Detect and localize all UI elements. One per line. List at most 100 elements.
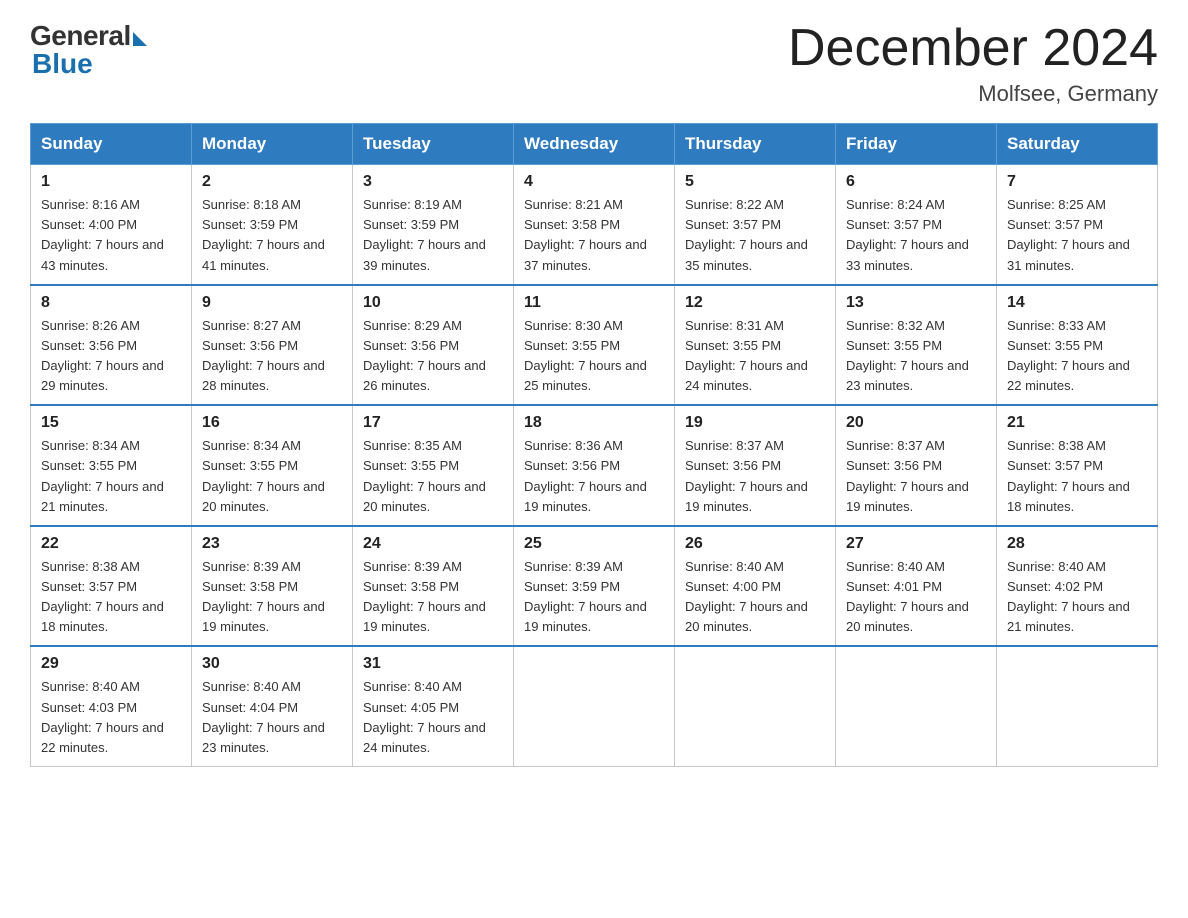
table-row: 10 Sunrise: 8:29 AMSunset: 3:56 PMDaylig…: [353, 285, 514, 406]
day-info: Sunrise: 8:40 AMSunset: 4:00 PMDaylight:…: [685, 559, 808, 634]
page-title: December 2024: [788, 20, 1158, 77]
day-number: 26: [685, 535, 825, 553]
table-row: 13 Sunrise: 8:32 AMSunset: 3:55 PMDaylig…: [836, 285, 997, 406]
table-row: 28 Sunrise: 8:40 AMSunset: 4:02 PMDaylig…: [997, 526, 1158, 647]
day-info: Sunrise: 8:32 AMSunset: 3:55 PMDaylight:…: [846, 318, 969, 393]
day-number: 18: [524, 414, 664, 432]
day-number: 14: [1007, 294, 1147, 312]
col-thursday: Thursday: [675, 124, 836, 165]
day-info: Sunrise: 8:40 AMSunset: 4:05 PMDaylight:…: [363, 679, 486, 754]
day-number: 31: [363, 655, 503, 673]
table-row: 8 Sunrise: 8:26 AMSunset: 3:56 PMDayligh…: [31, 285, 192, 406]
day-info: Sunrise: 8:27 AMSunset: 3:56 PMDaylight:…: [202, 318, 325, 393]
day-info: Sunrise: 8:39 AMSunset: 3:59 PMDaylight:…: [524, 559, 647, 634]
table-row: [514, 646, 675, 766]
table-row: 11 Sunrise: 8:30 AMSunset: 3:55 PMDaylig…: [514, 285, 675, 406]
table-row: 16 Sunrise: 8:34 AMSunset: 3:55 PMDaylig…: [192, 405, 353, 526]
day-number: 22: [41, 535, 181, 553]
day-number: 20: [846, 414, 986, 432]
table-row: 5 Sunrise: 8:22 AMSunset: 3:57 PMDayligh…: [675, 165, 836, 285]
day-number: 15: [41, 414, 181, 432]
table-row: 20 Sunrise: 8:37 AMSunset: 3:56 PMDaylig…: [836, 405, 997, 526]
calendar-week-row: 1 Sunrise: 8:16 AMSunset: 4:00 PMDayligh…: [31, 165, 1158, 285]
table-row: 15 Sunrise: 8:34 AMSunset: 3:55 PMDaylig…: [31, 405, 192, 526]
col-sunday: Sunday: [31, 124, 192, 165]
logo: General Blue: [30, 20, 147, 80]
table-row: 12 Sunrise: 8:31 AMSunset: 3:55 PMDaylig…: [675, 285, 836, 406]
day-number: 11: [524, 294, 664, 312]
day-info: Sunrise: 8:38 AMSunset: 3:57 PMDaylight:…: [41, 559, 164, 634]
table-row: 6 Sunrise: 8:24 AMSunset: 3:57 PMDayligh…: [836, 165, 997, 285]
table-row: 14 Sunrise: 8:33 AMSunset: 3:55 PMDaylig…: [997, 285, 1158, 406]
table-row: 18 Sunrise: 8:36 AMSunset: 3:56 PMDaylig…: [514, 405, 675, 526]
day-number: 24: [363, 535, 503, 553]
day-info: Sunrise: 8:35 AMSunset: 3:55 PMDaylight:…: [363, 438, 486, 513]
day-info: Sunrise: 8:34 AMSunset: 3:55 PMDaylight:…: [202, 438, 325, 513]
day-number: 21: [1007, 414, 1147, 432]
day-number: 4: [524, 173, 664, 191]
day-number: 10: [363, 294, 503, 312]
table-row: 2 Sunrise: 8:18 AMSunset: 3:59 PMDayligh…: [192, 165, 353, 285]
day-info: Sunrise: 8:26 AMSunset: 3:56 PMDaylight:…: [41, 318, 164, 393]
day-number: 19: [685, 414, 825, 432]
table-row: 26 Sunrise: 8:40 AMSunset: 4:00 PMDaylig…: [675, 526, 836, 647]
day-info: Sunrise: 8:31 AMSunset: 3:55 PMDaylight:…: [685, 318, 808, 393]
day-number: 29: [41, 655, 181, 673]
logo-triangle-icon: [133, 32, 147, 46]
calendar-week-row: 29 Sunrise: 8:40 AMSunset: 4:03 PMDaylig…: [31, 646, 1158, 766]
day-info: Sunrise: 8:38 AMSunset: 3:57 PMDaylight:…: [1007, 438, 1130, 513]
table-row: 27 Sunrise: 8:40 AMSunset: 4:01 PMDaylig…: [836, 526, 997, 647]
table-row: 9 Sunrise: 8:27 AMSunset: 3:56 PMDayligh…: [192, 285, 353, 406]
table-row: 3 Sunrise: 8:19 AMSunset: 3:59 PMDayligh…: [353, 165, 514, 285]
day-info: Sunrise: 8:30 AMSunset: 3:55 PMDaylight:…: [524, 318, 647, 393]
calendar-week-row: 8 Sunrise: 8:26 AMSunset: 3:56 PMDayligh…: [31, 285, 1158, 406]
day-number: 16: [202, 414, 342, 432]
day-number: 2: [202, 173, 342, 191]
table-row: 1 Sunrise: 8:16 AMSunset: 4:00 PMDayligh…: [31, 165, 192, 285]
day-info: Sunrise: 8:40 AMSunset: 4:02 PMDaylight:…: [1007, 559, 1130, 634]
calendar-header: Sunday Monday Tuesday Wednesday Thursday…: [31, 124, 1158, 165]
table-row: 19 Sunrise: 8:37 AMSunset: 3:56 PMDaylig…: [675, 405, 836, 526]
table-row: 21 Sunrise: 8:38 AMSunset: 3:57 PMDaylig…: [997, 405, 1158, 526]
day-info: Sunrise: 8:25 AMSunset: 3:57 PMDaylight:…: [1007, 197, 1130, 272]
title-section: December 2024 Molfsee, Germany: [788, 20, 1158, 107]
day-number: 27: [846, 535, 986, 553]
col-friday: Friday: [836, 124, 997, 165]
day-info: Sunrise: 8:21 AMSunset: 3:58 PMDaylight:…: [524, 197, 647, 272]
table-row: 25 Sunrise: 8:39 AMSunset: 3:59 PMDaylig…: [514, 526, 675, 647]
table-row: 7 Sunrise: 8:25 AMSunset: 3:57 PMDayligh…: [997, 165, 1158, 285]
day-info: Sunrise: 8:36 AMSunset: 3:56 PMDaylight:…: [524, 438, 647, 513]
day-info: Sunrise: 8:16 AMSunset: 4:00 PMDaylight:…: [41, 197, 164, 272]
calendar-week-row: 22 Sunrise: 8:38 AMSunset: 3:57 PMDaylig…: [31, 526, 1158, 647]
day-number: 12: [685, 294, 825, 312]
day-info: Sunrise: 8:18 AMSunset: 3:59 PMDaylight:…: [202, 197, 325, 272]
table-row: 4 Sunrise: 8:21 AMSunset: 3:58 PMDayligh…: [514, 165, 675, 285]
day-number: 7: [1007, 173, 1147, 191]
day-info: Sunrise: 8:40 AMSunset: 4:03 PMDaylight:…: [41, 679, 164, 754]
day-number: 17: [363, 414, 503, 432]
table-row: 23 Sunrise: 8:39 AMSunset: 3:58 PMDaylig…: [192, 526, 353, 647]
col-wednesday: Wednesday: [514, 124, 675, 165]
table-row: [675, 646, 836, 766]
day-info: Sunrise: 8:24 AMSunset: 3:57 PMDaylight:…: [846, 197, 969, 272]
col-saturday: Saturday: [997, 124, 1158, 165]
day-number: 8: [41, 294, 181, 312]
day-number: 30: [202, 655, 342, 673]
day-number: 23: [202, 535, 342, 553]
col-monday: Monday: [192, 124, 353, 165]
table-row: 24 Sunrise: 8:39 AMSunset: 3:58 PMDaylig…: [353, 526, 514, 647]
day-info: Sunrise: 8:19 AMSunset: 3:59 PMDaylight:…: [363, 197, 486, 272]
day-info: Sunrise: 8:29 AMSunset: 3:56 PMDaylight:…: [363, 318, 486, 393]
table-row: 22 Sunrise: 8:38 AMSunset: 3:57 PMDaylig…: [31, 526, 192, 647]
day-info: Sunrise: 8:33 AMSunset: 3:55 PMDaylight:…: [1007, 318, 1130, 393]
day-number: 13: [846, 294, 986, 312]
page-subtitle: Molfsee, Germany: [788, 81, 1158, 107]
table-row: [836, 646, 997, 766]
day-info: Sunrise: 8:40 AMSunset: 4:01 PMDaylight:…: [846, 559, 969, 634]
day-info: Sunrise: 8:22 AMSunset: 3:57 PMDaylight:…: [685, 197, 808, 272]
day-info: Sunrise: 8:39 AMSunset: 3:58 PMDaylight:…: [363, 559, 486, 634]
calendar-header-row: Sunday Monday Tuesday Wednesday Thursday…: [31, 124, 1158, 165]
day-number: 6: [846, 173, 986, 191]
table-row: 17 Sunrise: 8:35 AMSunset: 3:55 PMDaylig…: [353, 405, 514, 526]
col-tuesday: Tuesday: [353, 124, 514, 165]
